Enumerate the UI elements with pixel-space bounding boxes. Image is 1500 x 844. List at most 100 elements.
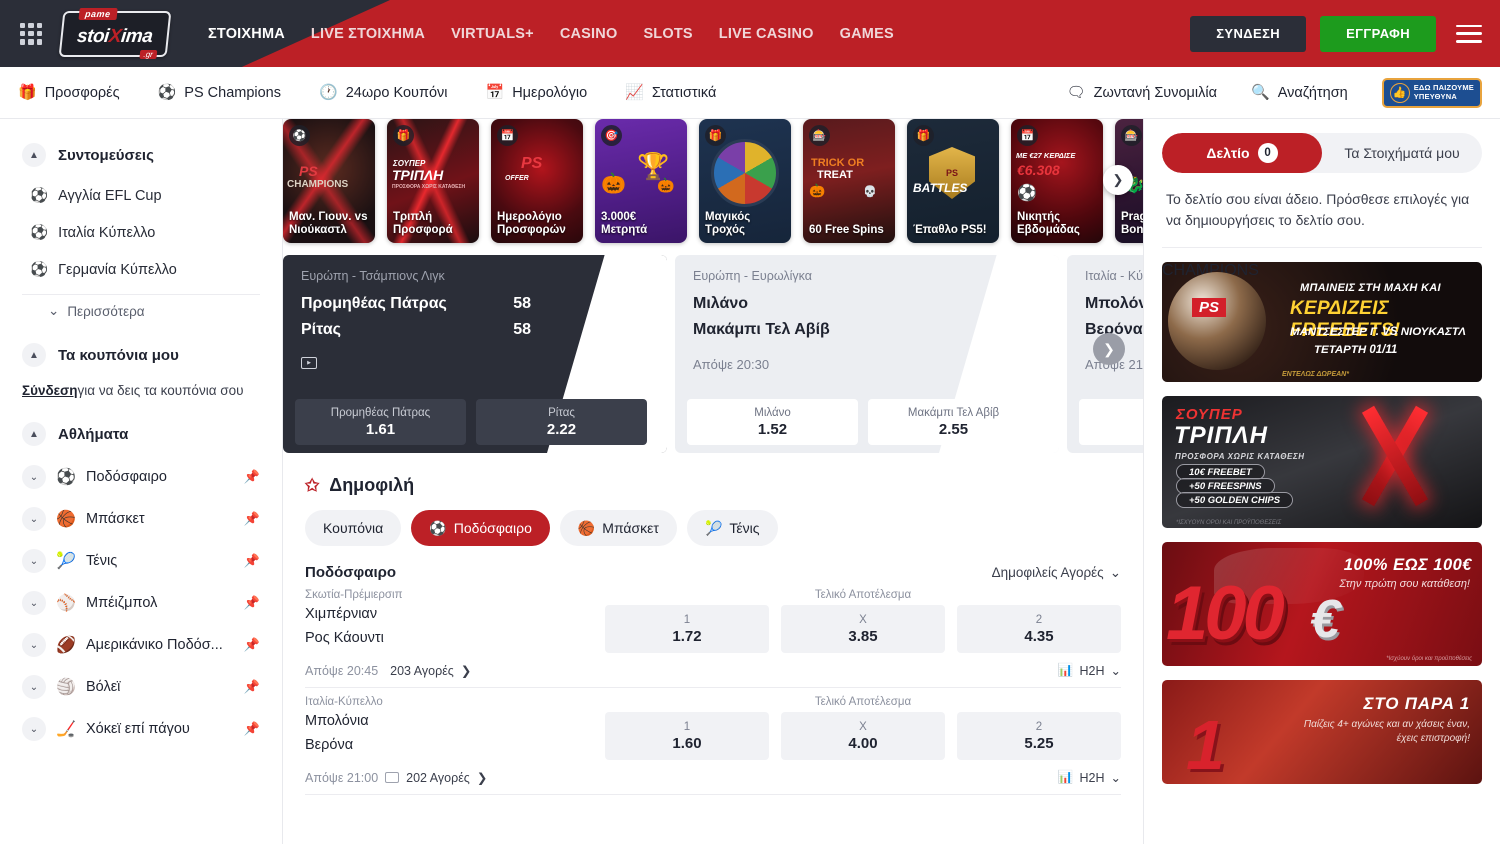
promo-banner-deposit-bonus[interactable]: 100 € 100% ΕΩΣ 100€ Στην πρώτη σου κατάθ… (1162, 542, 1482, 666)
coupons-login-link[interactable]: Σύνδεση (22, 383, 78, 398)
chip-basketball[interactable]: 🏀 Μπάσκετ (560, 510, 677, 546)
chevron-down-icon[interactable]: ⌄ (22, 591, 46, 615)
odd-button-2[interactable]: 2 4.35 (957, 605, 1121, 653)
promo-banner-ps-champions[interactable]: PS CHAMPIONS ΜΠΑΙΝΕΙΣ ΣΤΗ ΜΑΧΗ ΚΑΙ ΚΕΡΔΙ… (1162, 262, 1482, 382)
nav-item-live-stoixima[interactable]: LIVE ΣΤΟΙΧΗΜΑ (311, 26, 425, 42)
odd-button-1[interactable]: 1 1.72 (605, 605, 769, 653)
site-logo[interactable]: pame stoiXima .gr (60, 10, 170, 58)
odd-button-2[interactable]: 2 5.25 (957, 712, 1121, 760)
chevron-down-icon[interactable]: ⌄ (22, 507, 46, 531)
chevron-down-icon: ⌄ (1111, 770, 1121, 785)
h2h-button[interactable]: 📊 H2H ⌄ (1058, 770, 1121, 785)
promo-carousel-next-button[interactable]: ❯ (1103, 165, 1133, 195)
pin-icon[interactable]: 📌 (244, 595, 260, 611)
match-time: Απόψε 20:45 (305, 664, 378, 678)
featured-league-name: Ιταλία - Κύπ (1085, 269, 1143, 283)
login-button[interactable]: ΣΥΝΔΕΣΗ (1190, 16, 1306, 52)
register-button[interactable]: ΕΓΓΡΑΦΗ (1320, 16, 1436, 52)
featured-match-card[interactable]: Ευρώπη - Ευρωλίγκα Μιλάνο Μακάμπι Τελ Αβ… (675, 255, 1067, 453)
search-button[interactable]: 🔍 Αναζήτηση (1251, 85, 1348, 101)
chip-coupons[interactable]: Κουπόνια (305, 510, 401, 546)
chevron-down-icon[interactable]: ⌄ (22, 549, 46, 573)
odd-button-x[interactable]: X 4.00 (781, 712, 945, 760)
sidebar-section-sports[interactable]: ▲ Αθλήματα (0, 412, 282, 456)
featured-match-card[interactable]: Ευρώπη - Τσάμπιονς Λιγκ Προμηθέας Πάτρας… (283, 255, 675, 453)
odd-button-x[interactable]: X 3.85 (781, 605, 945, 653)
pin-icon[interactable]: 📌 (244, 511, 260, 527)
promo-card-cash-3000[interactable]: 🏆 🎃 🎃 🎯 3.000€ Μετρητά (595, 119, 687, 243)
promo-banner-sto-para-1[interactable]: 1 ΣΤΟ ΠΑΡΑ 1 Παίζεις 4+ αγώνες και αν χά… (1162, 680, 1482, 784)
sidebar-item-italy-cup[interactable]: ⚽ Ιταλία Κύπελλο (0, 214, 282, 251)
promo-banner-super-tripli[interactable]: ΣΟΥΠΕΡ ΤΡΙΠΛΗ ΠΡΟΣΦΟΡΑ ΧΩΡΙΣ ΚΑΤΑΘΕΣΗ 10… (1162, 396, 1482, 528)
chip-football[interactable]: ⚽ Ποδόσφαιρο (411, 510, 550, 546)
subnav-item-offers[interactable]: 🎁 Προσφορές (18, 85, 120, 101)
promo-badge-calendar-icon: 📅 (497, 125, 518, 146)
nav-item-casino[interactable]: CASINO (560, 26, 618, 42)
promo-carousel-track[interactable]: PS CHAMPIONS ⚽ Μαν. Γιουν. vs Νιούκαστλ … (283, 119, 1143, 245)
featured-odd-button[interactable]: Μακάμπι Τελ Αβίβ 2.55 (868, 399, 1039, 445)
featured-carousel-next-button[interactable]: ❯ (1093, 333, 1125, 365)
featured-odd-button[interactable]: Ρίτας 2.22 (476, 399, 647, 445)
tab-betslip[interactable]: Δελτίο 0 (1162, 133, 1322, 173)
promo-card-60-free-spins[interactable]: TRICK OR TREAT 🎃 💀 🎰 60 Free Spins (803, 119, 895, 243)
nav-item-stoixima[interactable]: ΣΤΟΙΧΗΜΑ (208, 26, 285, 42)
featured-team-name: Ρίτας (301, 321, 341, 339)
promo-card-ps-battles[interactable]: PS BATTLES 🎁 Έπαθλο PS5! (907, 119, 999, 243)
pin-icon[interactable]: 📌 (244, 637, 260, 653)
sidebar-section-my-coupons[interactable]: ▲ Τα κουπόνια μου (0, 333, 282, 377)
promo-card-offer-calendar[interactable]: PS OFFER 📅 Ημερολόγιο Προσφορών (491, 119, 583, 243)
featured-odd-button[interactable]: Προμηθέας Πάτρας 1.61 (295, 399, 466, 445)
nav-item-live-casino[interactable]: LIVE CASINO (719, 26, 814, 42)
chevron-down-icon[interactable]: ⌄ (22, 717, 46, 741)
sidebar-item-basketball[interactable]: ⌄ 🏀 Μπάσκετ 📌 (0, 498, 282, 540)
featured-odd-button[interactable]: 1 1.6 (1079, 399, 1143, 445)
match-row: Σκωτία-Πρέμιερσιπ Χιμπέρνιαν Ρος Κάουντι… (305, 581, 1121, 688)
promo-card-tripli-offer[interactable]: ΣΟΥΠΕΡ ΤΡΙΠΛΗ ΠΡΟΣΦΟΡΑ ΧΩΡΙΣ ΚΑΤΑΘΕΣΗ 🎁 … (387, 119, 479, 243)
sidebar-item-tennis[interactable]: ⌄ 🎾 Τένις 📌 (0, 540, 282, 582)
chevron-down-icon[interactable]: ⌄ (22, 633, 46, 657)
subnav-item-24h-coupon[interactable]: 🕐 24ωρο Κουπόνι (319, 85, 448, 101)
promo-card-ps-champions[interactable]: PS CHAMPIONS ⚽ Μαν. Γιουν. vs Νιούκαστλ (283, 119, 375, 243)
sidebar-item-efl-cup[interactable]: ⚽ Αγγλία EFL Cup (0, 177, 282, 214)
live-stream-icon[interactable] (385, 772, 399, 783)
sidebar-more-button[interactable]: ⌄ Περισσότερα (22, 294, 260, 333)
promo-card-weekly-winner[interactable]: ΜΕ €27 ΚΕΡΔΙΣΕ €6.308 ⚽ 📅 Νικητής Εβδομά… (1011, 119, 1103, 243)
featured-odd-button[interactable]: Μιλάνο 1.52 (687, 399, 858, 445)
chip-tennis[interactable]: 🎾 Τένις (687, 510, 778, 546)
odd-button-1[interactable]: 1 1.60 (605, 712, 769, 760)
match-teams-block[interactable]: Ιταλία-Κύπελλο Μπολόνια Βερόνα (305, 696, 605, 756)
live-chat-button[interactable]: 🗨 Ζωντανή Συνομιλία (1067, 85, 1217, 101)
subnav-item-statistics[interactable]: 📈 Στατιστικά (625, 85, 716, 101)
sidebar-item-volleyball[interactable]: ⌄ 🏐 Βόλεϊ 📌 (0, 666, 282, 708)
sidebar-item-football[interactable]: ⌄ ⚽ Ποδόσφαιρο 📌 (0, 456, 282, 498)
match-markets-link[interactable]: 202 Αγορές ❯ (406, 770, 487, 785)
chevron-right-icon: ❯ (477, 770, 487, 785)
subnav-item-ps-champions[interactable]: ⚽ PS Champions (158, 85, 281, 101)
tab-my-bets[interactable]: Τα Στοιχήματά μου (1322, 133, 1482, 173)
promo-card-magic-wheel[interactable]: 🎁 Μαγικός Τροχός (699, 119, 791, 243)
nav-item-games[interactable]: GAMES (840, 26, 894, 42)
live-stream-icon[interactable] (301, 357, 317, 369)
sidebar-section-shortcuts[interactable]: ▲ Συντομεύσεις (0, 133, 282, 177)
pin-icon[interactable]: 📌 (244, 721, 260, 737)
sidebar-item-american-football[interactable]: ⌄ 🏈 Αμερικάνικο Ποδόσ... 📌 (0, 624, 282, 666)
match-teams-block[interactable]: Σκωτία-Πρέμιερσιπ Χιμπέρνιαν Ρος Κάουντι (305, 589, 605, 649)
nav-item-virtuals[interactable]: VIRTUALS+ (451, 26, 534, 42)
pin-icon[interactable]: 📌 (244, 679, 260, 695)
nav-item-slots[interactable]: SLOTS (643, 26, 692, 42)
markets-selector-dropdown[interactable]: Δημοφιλείς Αγορές ⌄ (992, 565, 1121, 581)
pin-icon[interactable]: 📌 (244, 553, 260, 569)
match-markets-link[interactable]: 203 Αγορές ❯ (390, 663, 471, 678)
subnav-item-calendar[interactable]: 📅 Ημερολόγιο (486, 85, 588, 101)
sidebar-item-germany-cup[interactable]: ⚽ Γερμανία Κύπελλο (0, 251, 282, 288)
apps-grid-icon[interactable] (18, 21, 44, 47)
hamburger-menu-icon[interactable] (1456, 25, 1482, 43)
pin-icon[interactable]: 📌 (244, 469, 260, 485)
chevron-down-icon[interactable]: ⌄ (22, 465, 46, 489)
sidebar-item-baseball[interactable]: ⌄ ⚾ Μπέιζμπολ 📌 (0, 582, 282, 624)
american-football-icon: 🏈 (56, 635, 76, 655)
responsible-gaming-badge[interactable]: 👍 ΕΔΩ ΠΑΙΖΟΥΜΕ ΥΠΕΥΘΥΝΑ (1382, 78, 1482, 108)
sidebar-item-ice-hockey[interactable]: ⌄ 🏒 Χόκεϊ επί πάγου 📌 (0, 708, 282, 750)
h2h-button[interactable]: 📊 H2H ⌄ (1058, 663, 1121, 678)
chevron-down-icon[interactable]: ⌄ (22, 675, 46, 699)
